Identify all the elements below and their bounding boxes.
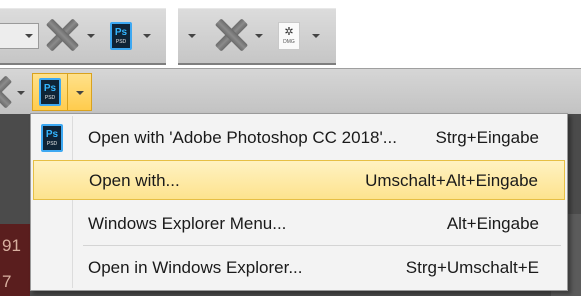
- menu-item-label: Open with...: [89, 171, 180, 190]
- dmg-ext: DMG: [283, 39, 295, 45]
- psd-file-icon: Ps PSD: [41, 124, 63, 152]
- dropdown-arrow-icon[interactable]: [87, 34, 95, 38]
- toolbar-strip-right: ✲ DMG: [178, 8, 336, 65]
- menu-item-windows-explorer-menu[interactable]: Windows Explorer Menu... Alt+Eingabe: [33, 204, 565, 244]
- main-toolbar: Ps PSD: [0, 68, 581, 115]
- psd-ext: PSD: [44, 95, 56, 101]
- menu-item-shortcut: Strg+Eingabe: [435, 128, 540, 147]
- background-number: 91: [2, 236, 21, 255]
- dropdown-arrow-icon[interactable]: [312, 34, 320, 38]
- context-menu: Ps PSD Open with 'Adobe Photoshop CC 201…: [30, 113, 568, 291]
- background-red-cell: 91 7: [0, 224, 30, 296]
- dropdown-arrow-icon[interactable]: [143, 34, 151, 38]
- dropdown-arrow-icon[interactable]: [25, 34, 33, 38]
- dmg-file-icon[interactable]: ✲ DMG: [278, 22, 300, 50]
- menu-item-open-with-photoshop[interactable]: Ps PSD Open with 'Adobe Photoshop CC 201…: [33, 118, 565, 158]
- psd-file-icon[interactable]: Ps PSD: [110, 22, 132, 50]
- x-icon[interactable]: [0, 75, 12, 109]
- psd-ext: PSD: [46, 141, 58, 147]
- path-field[interactable]: [0, 23, 39, 49]
- gear-icon: ✲: [284, 26, 294, 38]
- psd-letters: Ps: [43, 83, 57, 94]
- psd-ext: PSD: [115, 39, 127, 45]
- menu-item-label: Open in Windows Explorer...: [88, 258, 303, 277]
- dropdown-arrow-icon[interactable]: [17, 91, 25, 95]
- x-icon[interactable]: [45, 18, 79, 52]
- menu-separator: [83, 245, 561, 246]
- menu-item-open-with[interactable]: Open with... Umschalt+Alt+Eingabe: [33, 160, 565, 200]
- menu-item-shortcut: Strg+Umschalt+E: [405, 258, 539, 277]
- menu-item-label: Open with 'Adobe Photoshop CC 2018'...: [88, 128, 397, 147]
- menu-item-shortcut: Umschalt+Alt+Eingabe: [365, 171, 538, 190]
- dropdown-arrow-icon[interactable]: [76, 91, 84, 95]
- psd-letters: Ps: [45, 129, 59, 140]
- background-number: 7: [2, 272, 12, 291]
- menu-item-open-in-windows-explorer[interactable]: Open in Windows Explorer... Strg+Umschal…: [33, 248, 565, 288]
- psd-letters: Ps: [114, 27, 128, 38]
- dropdown-arrow-icon[interactable]: [188, 34, 196, 38]
- split-separator: [67, 74, 68, 110]
- menu-item-label: Windows Explorer Menu...: [88, 214, 287, 233]
- toolbar-strip-left: Ps PSD: [0, 8, 166, 65]
- dropdown-arrow-icon[interactable]: [255, 34, 263, 38]
- x-icon[interactable]: [214, 18, 248, 52]
- psd-file-icon[interactable]: Ps PSD: [39, 78, 61, 106]
- menu-item-shortcut: Alt+Eingabe: [446, 214, 539, 233]
